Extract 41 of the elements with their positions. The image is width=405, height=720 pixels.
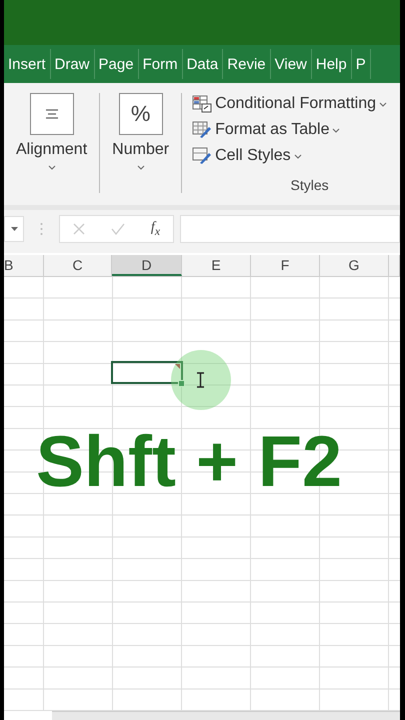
- chevron-down-icon: [48, 165, 56, 170]
- cancel-icon[interactable]: [72, 223, 85, 235]
- alignment-button[interactable]: Alignment: [12, 93, 92, 193]
- styles-menu-button[interactable]: Cell Styles: [192, 145, 388, 167]
- dropdown-arrow-icon: [10, 227, 18, 231]
- styles-menu-button[interactable]: Conditional Formatting: [192, 93, 388, 115]
- ribbon-tab[interactable]: View: [270, 49, 312, 79]
- table-brush-icon: [192, 121, 212, 139]
- column-header[interactable]: G: [320, 255, 389, 276]
- group-label: Styles: [290, 177, 329, 193]
- ribbon-tab[interactable]: Insert: [4, 49, 51, 79]
- ribbon-tab[interactable]: Draw: [50, 49, 95, 79]
- styles-menu-button[interactable]: Format as Table: [192, 119, 388, 141]
- ribbon-tab[interactable]: Form: [138, 49, 183, 79]
- number-format-button[interactable]: % Number: [108, 93, 174, 193]
- chevron-down-icon: [332, 128, 340, 132]
- chevron-down-icon: [294, 154, 302, 158]
- drag-handle-icon: [40, 222, 43, 236]
- chevron-down-icon: [379, 102, 388, 106]
- ribbon-tab[interactable]: Help: [312, 49, 352, 79]
- ribbon-tab[interactable]: P: [352, 49, 371, 79]
- conditional-format-icon: [192, 95, 212, 113]
- column-header[interactable]: D: [112, 255, 182, 276]
- ribbon-tab[interactable]: Revie: [223, 49, 271, 79]
- insert-function-button[interactable]: f$_{x}$: [150, 220, 160, 238]
- name-box-dropdown[interactable]: [4, 216, 24, 242]
- shortcut-caption: Shft + F2: [36, 421, 342, 503]
- formula-input-field[interactable]: [180, 215, 400, 243]
- chevron-down-icon: [136, 165, 145, 170]
- text-cursor-icon: [196, 372, 205, 388]
- cell-brush-icon: [192, 147, 212, 165]
- check-icon[interactable]: [110, 223, 125, 235]
- column-header[interactable]: B: [4, 255, 44, 276]
- fill-handle[interactable]: [178, 380, 185, 387]
- align-center-icon: [44, 109, 60, 119]
- ribbon-tab[interactable]: Page: [94, 49, 139, 79]
- selected-cell[interactable]: [111, 361, 183, 384]
- horizontal-scrollbar[interactable]: [52, 711, 400, 720]
- column-header[interactable]: E: [182, 255, 251, 276]
- ribbon-tab[interactable]: Data: [182, 49, 224, 79]
- column-header[interactable]: F: [251, 255, 320, 276]
